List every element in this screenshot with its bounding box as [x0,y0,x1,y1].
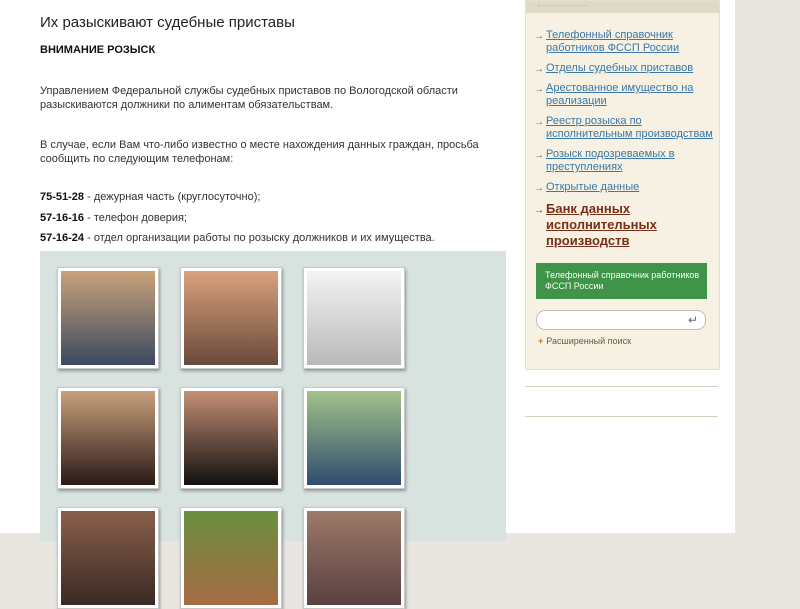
wanted-photo-4[interactable] [57,387,159,489]
sidebar-link-wanted-registry[interactable]: → Реестр розыска по исполнительным произв… [534,115,716,141]
sidebar-link-label: Розыск подозреваемых в преступлениях [546,148,675,173]
advanced-search-label: Расширенный поиск [546,336,632,346]
phone-line: 75-51-28 - дежурная часть (круглосуточно… [40,191,260,203]
enter-icon[interactable]: ↵ [688,313,698,327]
arrow-icon: → [534,84,544,95]
sidebar: → Телефонный справочник работников ФССП Р… [525,0,720,533]
photo-image [307,391,401,485]
divider [538,5,588,7]
arrow-icon: → [534,183,544,194]
page: Их разыскивают судебные приставы ВНИМАНИ… [0,0,735,609]
arrow-icon: → [534,150,544,161]
contact-paragraph: В случае, если Вам что-либо известно о м… [40,139,479,165]
sidebar-link-label: Отделы судебных приставов [546,62,694,74]
sidebar-top-bar [526,1,719,13]
arrow-icon: → [534,205,544,216]
sidebar-link-suspects-search[interactable]: → Розыск подозреваемых в преступлениях [534,148,716,174]
wanted-photo-8[interactable] [180,507,282,609]
phone-line: 57-16-16 - телефон доверия; [40,212,187,224]
wanted-photo-7[interactable] [57,507,159,609]
photo-image [61,511,155,605]
photo-image [184,391,278,485]
arrow-icon: → [534,64,544,75]
arrow-icon: → [534,117,544,128]
sidebar-link-label: Телефонный справочник работников ФССП Ро… [546,29,680,54]
divider [525,416,718,417]
advanced-search-link[interactable]: + Расширенный поиск [538,336,631,346]
section-subtitle: ВНИМАНИЕ РОЗЫСК [40,44,156,56]
sidebar-link-bank-data[interactable]: → Банк данных исполнительных производств [534,201,686,249]
phone-description: - телефон доверия; [84,212,187,224]
photo-image [184,271,278,365]
phone-line: 57-16-24 - отдел организации работы по р… [40,232,435,244]
search-input[interactable]: ↵ [536,310,706,330]
sidebar-link-label: Арестованное имущество на реализации [546,82,694,107]
phone-description: - отдел организации работы по розыску до… [84,232,435,244]
sidebar-link-seized-property[interactable]: → Арестованное имущество на реализации [534,82,716,108]
photo-image [184,511,278,605]
plus-icon: + [538,336,544,346]
sidebar-link-label: Реестр розыска по исполнительным произво… [546,115,713,140]
arrow-icon: → [534,31,544,42]
sidebar-link-label: Банк данных исполнительных производств [546,201,657,248]
sidebar-panel: → Телефонный справочник работников ФССП Р… [525,0,720,370]
wanted-photo-3[interactable] [303,267,405,369]
phone-directory-button[interactable]: Телефонный справочник работников ФССП Ро… [536,263,707,299]
intro-paragraph: Управлением Федеральной службы судебных … [40,85,458,111]
wanted-photo-5[interactable] [180,387,282,489]
wanted-photo-9[interactable] [303,507,405,609]
photo-image [307,511,401,605]
wanted-photo-2[interactable] [180,267,282,369]
phone-description: - дежурная часть (круглосуточно); [84,191,261,203]
sidebar-link-bailiff-departments[interactable]: → Отделы судебных приставов [534,62,716,75]
sidebar-link-open-data[interactable]: → Открытые данные [534,181,716,194]
page-title: Их разыскивают судебные приставы [40,14,295,31]
sidebar-link-phone-directory[interactable]: → Телефонный справочник работников ФССП Р… [534,29,716,55]
photo-image [307,271,401,365]
phone-number: 57-16-24 [40,232,85,244]
photo-image [61,271,155,365]
divider [525,386,718,387]
photo-image [61,391,155,485]
wanted-photo-1[interactable] [57,267,159,369]
phone-number: 75-51-28 [40,191,85,203]
wanted-photo-6[interactable] [303,387,405,489]
phone-number: 57-16-16 [40,212,85,224]
sidebar-link-label: Открытые данные [546,181,640,193]
wanted-photo-gallery [40,251,506,609]
